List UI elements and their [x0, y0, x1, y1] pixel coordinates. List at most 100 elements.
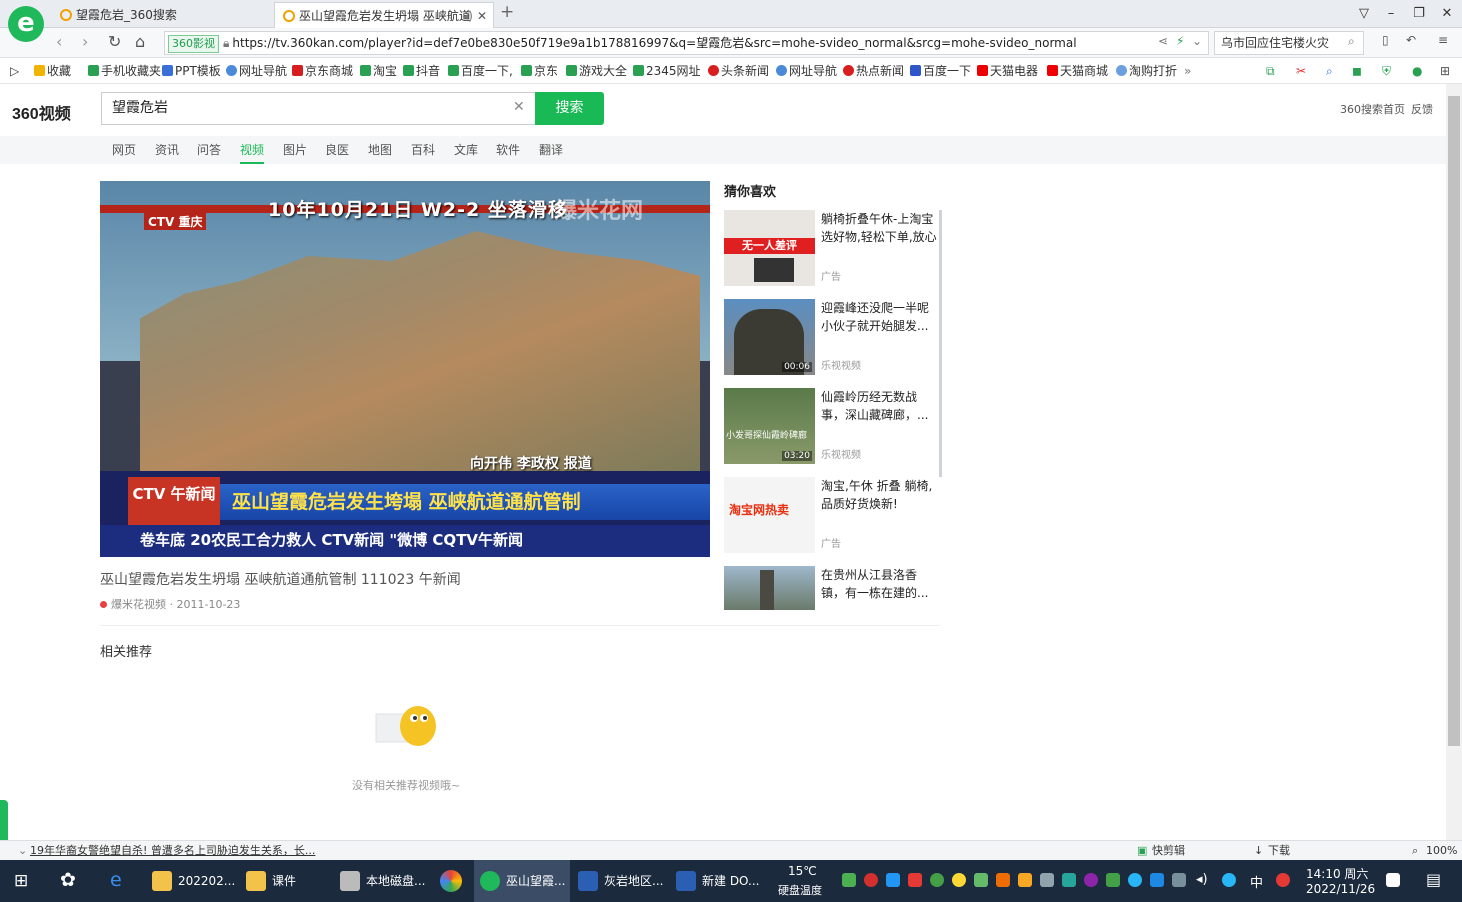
download-icon[interactable]: ↓	[1254, 841, 1263, 861]
tools-icon[interactable]: ✂	[1296, 58, 1306, 84]
guess-card[interactable]: 无一人差评 躺椅折叠午休-上淘宝选好物,轻松下单,放心购... 广告	[724, 210, 939, 286]
url-field[interactable]: 360影视 🔒︎ https://tv.360kan.com/player?id=d…	[164, 31, 1209, 55]
tray-app-icon[interactable]	[974, 873, 988, 887]
start-icon[interactable]: ⊞	[14, 871, 28, 891]
action-center-icon[interactable]: ▤	[1426, 870, 1441, 889]
task-folder[interactable]: 202202...	[146, 860, 236, 902]
speedup-icon[interactable]: ⚡︎	[1176, 34, 1184, 48]
home-icon[interactable]: ⌂	[135, 32, 145, 51]
tab-web[interactable]: 网页	[112, 141, 136, 158]
tab-video[interactable]: 巫山望霞危岩发生坍塌 巫峡航道 ◂) ✕	[274, 2, 494, 28]
bookmark-item[interactable]: 京东商城	[292, 58, 353, 84]
tray-app-icon[interactable]	[1106, 873, 1120, 887]
back-icon[interactable]: ‹	[56, 32, 62, 51]
home-link[interactable]: 360搜索首页	[1340, 101, 1405, 117]
zoom-level[interactable]: 100%	[1426, 841, 1457, 861]
news-ticker-link[interactable]: 19年华裔女警绝望自杀! 曾遭多名上司胁迫发生关系，长...	[30, 841, 315, 861]
task-folder[interactable]: 课件	[240, 860, 330, 902]
clock-date[interactable]: 2022/11/26	[1306, 882, 1375, 896]
search-button[interactable]: 搜索	[535, 92, 604, 125]
extension-icon[interactable]: ⧉	[1266, 58, 1275, 84]
quick-clip-button[interactable]: 快剪辑	[1152, 841, 1185, 861]
tray-app-icon[interactable]	[1062, 873, 1076, 887]
browser-logo-icon[interactable]: e	[8, 6, 44, 42]
tray-app-icon[interactable]	[1018, 873, 1032, 887]
sidebar-toggle-icon[interactable]: ▷	[10, 58, 19, 84]
tab-news[interactable]: 资讯	[155, 141, 179, 158]
tab-video[interactable]: 视频	[240, 141, 265, 164]
zoom-icon[interactable]: ⌕	[1412, 841, 1418, 861]
tray-app-icon[interactable]	[996, 873, 1010, 887]
sogou-icon[interactable]	[1276, 873, 1290, 887]
fan-icon[interactable]: ✿	[60, 869, 76, 891]
tray-app-icon[interactable]	[952, 873, 966, 887]
reload-icon[interactable]: ↻	[108, 32, 121, 51]
bookmark-item[interactable]: 天猫电器	[977, 58, 1038, 84]
tray-app-icon[interactable]	[886, 873, 900, 887]
bookmark-item[interactable]: 头条新闻	[708, 58, 769, 84]
tray-app-icon[interactable]	[930, 873, 944, 887]
url-badge[interactable]: 360影视	[168, 35, 219, 53]
feedback-link[interactable]: 反馈	[1411, 101, 1433, 117]
forward-icon[interactable]: ›	[82, 32, 88, 51]
tray-app-icon[interactable]	[1084, 873, 1098, 887]
tab-search[interactable]: 望霞危岩_360搜索	[52, 2, 272, 28]
tab-translate[interactable]: 翻译	[539, 141, 563, 158]
search-input[interactable]: 望霞危岩	[101, 92, 536, 125]
bookmark-item[interactable]: 百度一下	[910, 58, 971, 84]
bookmark-item[interactable]: 淘购打折	[1116, 58, 1177, 84]
task-browser[interactable]: 巫山望霞...	[474, 860, 570, 902]
task-word[interactable]: 灰岩地区...	[572, 860, 668, 902]
bookmark-item[interactable]: PPT模板	[162, 58, 221, 84]
game-icon[interactable]: ◼	[1352, 58, 1362, 84]
guess-card[interactable]: 小发哥探仙霞岭碑廊 03:20 仙霞岭历经无数战事，深山藏碑廊，... 乐视视频	[724, 388, 939, 464]
download-button[interactable]: 下载	[1268, 841, 1290, 861]
ime-indicator[interactable]: 中	[1250, 872, 1263, 891]
tab-software[interactable]: 软件	[496, 141, 520, 158]
chevron-down-icon[interactable]: ⌄	[1192, 34, 1202, 48]
weather-temp[interactable]: 15℃	[788, 864, 817, 878]
network-icon[interactable]	[1172, 873, 1186, 887]
speaker-icon[interactable]: ◂)	[462, 3, 473, 28]
side-search-input[interactable]: 乌市回应住宅楼火灾	[1214, 31, 1364, 55]
tab-wenku[interactable]: 文库	[454, 141, 478, 158]
tray-app-icon[interactable]	[908, 873, 922, 887]
bookmark-item[interactable]: 京东	[521, 58, 558, 84]
tray-app-icon[interactable]	[864, 873, 878, 887]
grid-icon[interactable]: ⊞	[1440, 58, 1450, 84]
tab-qa[interactable]: 问答	[197, 141, 221, 158]
bookmark-item[interactable]: 2345网址	[633, 58, 701, 84]
bookmark-item[interactable]: 手机收藏夹	[88, 58, 161, 84]
restore-button[interactable]: ❐	[1408, 4, 1430, 24]
tab-baike[interactable]: 百科	[411, 141, 435, 158]
bookmark-item[interactable]: 百度一下,	[448, 58, 513, 84]
battery-icon[interactable]	[842, 873, 856, 887]
magnifier-icon[interactable]: ⌕	[1326, 58, 1333, 84]
clock-time[interactable]: 14:10 周六	[1306, 865, 1368, 882]
tab-close-icon[interactable]: ✕	[477, 3, 487, 28]
bookmark-item[interactable]: 网址导航	[226, 58, 287, 84]
bookmark-item[interactable]: 游戏大全	[566, 58, 627, 84]
tab-doctor[interactable]: 良医	[325, 141, 349, 158]
tab-map[interactable]: 地图	[368, 141, 392, 158]
undo-icon[interactable]: ↶	[1406, 33, 1416, 47]
bookmark-item[interactable]: 热点新闻	[843, 58, 904, 84]
side-scrollbar[interactable]	[939, 210, 942, 477]
video-title[interactable]: 巫山望霞危岩发生坍塌 巫峡航道通航管制 111023 午新闻	[100, 569, 461, 589]
clear-icon[interactable]: ✕	[513, 99, 525, 115]
volume-icon[interactable]: ◂)	[1196, 872, 1208, 887]
bookmark-item[interactable]: 天猫商城	[1047, 58, 1108, 84]
bookmark-more-button[interactable]: »	[1184, 58, 1191, 84]
expand-icon[interactable]: ⌄	[18, 841, 27, 861]
bookmark-item[interactable]: 抖音	[403, 58, 440, 84]
share-icon[interactable]: ⋖	[1158, 34, 1168, 48]
usb-icon[interactable]	[1040, 873, 1054, 887]
search-icon[interactable]: ⌕	[1348, 34, 1355, 49]
notification-app-icon[interactable]	[1386, 873, 1400, 887]
guess-card[interactable]: 在贵州从江县洛香镇，有一栋在建的...	[724, 566, 939, 612]
bookmark-item[interactable]: 淘宝	[360, 58, 397, 84]
task-drive[interactable]: 本地磁盘...	[334, 860, 430, 902]
clip-icon[interactable]: ▣	[1137, 841, 1147, 861]
scrollbar-thumb[interactable]	[1448, 96, 1460, 746]
ie-icon[interactable]: e	[110, 869, 122, 891]
